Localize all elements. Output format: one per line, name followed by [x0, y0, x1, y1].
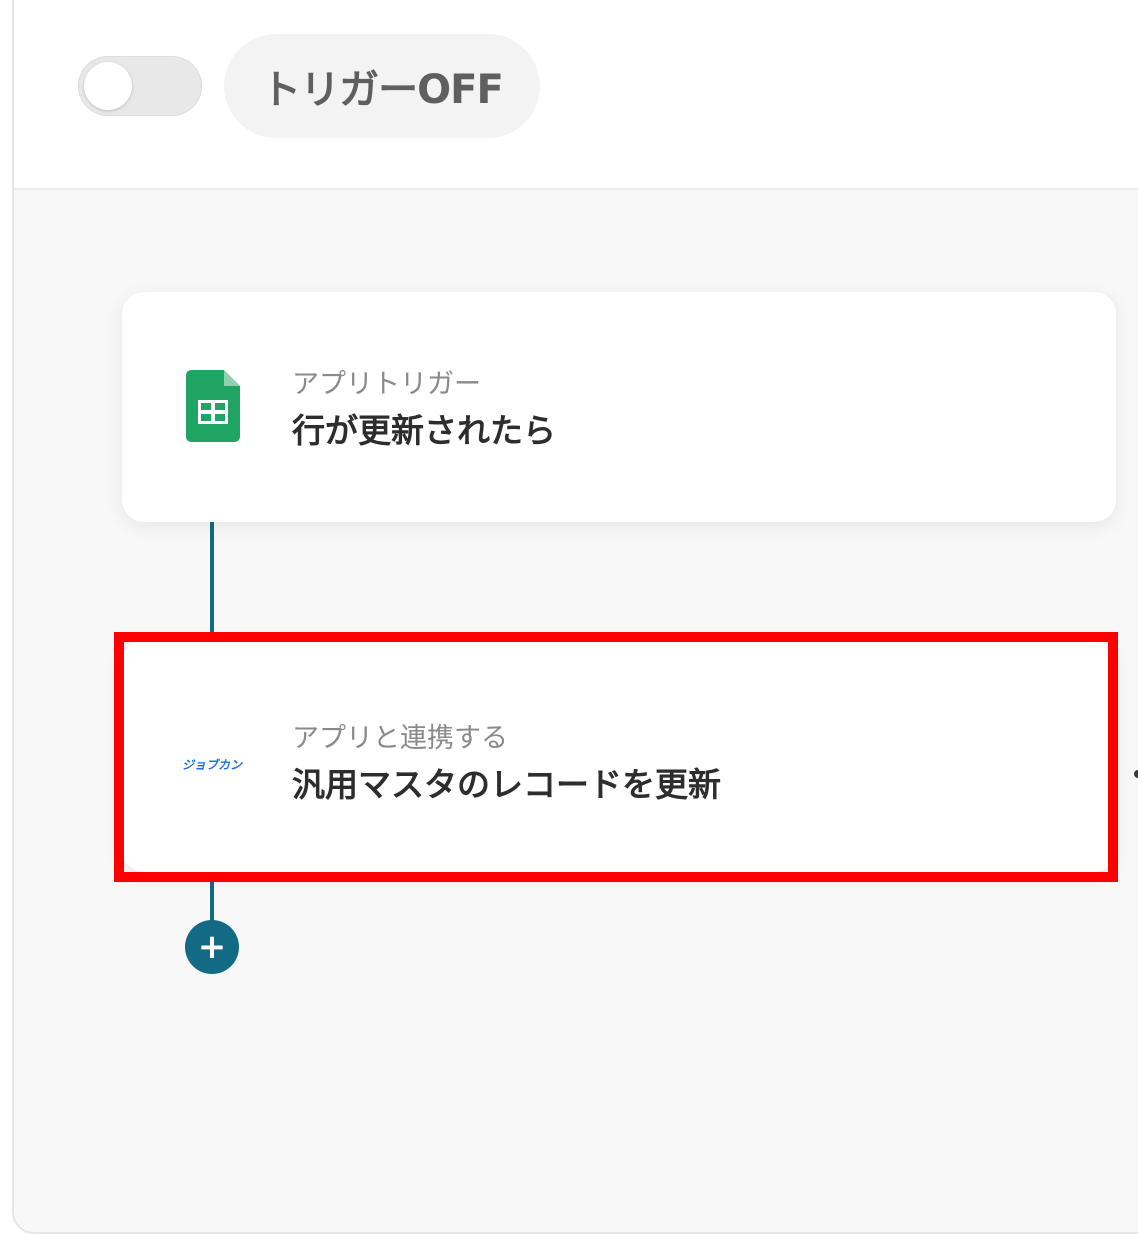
flow-canvas: アプリトリガー 行が更新されたら ジョブカン アプリと連携する 汎用マスタのレコ… — [14, 190, 1138, 1232]
toggle-knob[interactable] — [84, 62, 132, 110]
edge-marker — [1134, 770, 1138, 778]
step-title: 行が更新されたら — [292, 411, 556, 450]
trigger-header: トリガーOFF — [14, 0, 1138, 190]
add-step-button[interactable]: + — [185, 920, 239, 974]
trigger-status-badge: トリガーOFF — [224, 34, 540, 138]
google-sheets-icon — [186, 370, 240, 442]
flow-connector-line — [210, 500, 214, 650]
workflow-editor-panel: トリガーOFF アプリトリガー 行が更新されたら ジョブカン アプリと連携する … — [12, 0, 1138, 1234]
trigger-toggle[interactable] — [78, 56, 202, 116]
flow-step-trigger[interactable]: アプリトリガー 行が更新されたら — [122, 292, 1116, 522]
highlight-box — [114, 632, 1118, 882]
step-type-label: アプリトリガー — [292, 369, 481, 400]
